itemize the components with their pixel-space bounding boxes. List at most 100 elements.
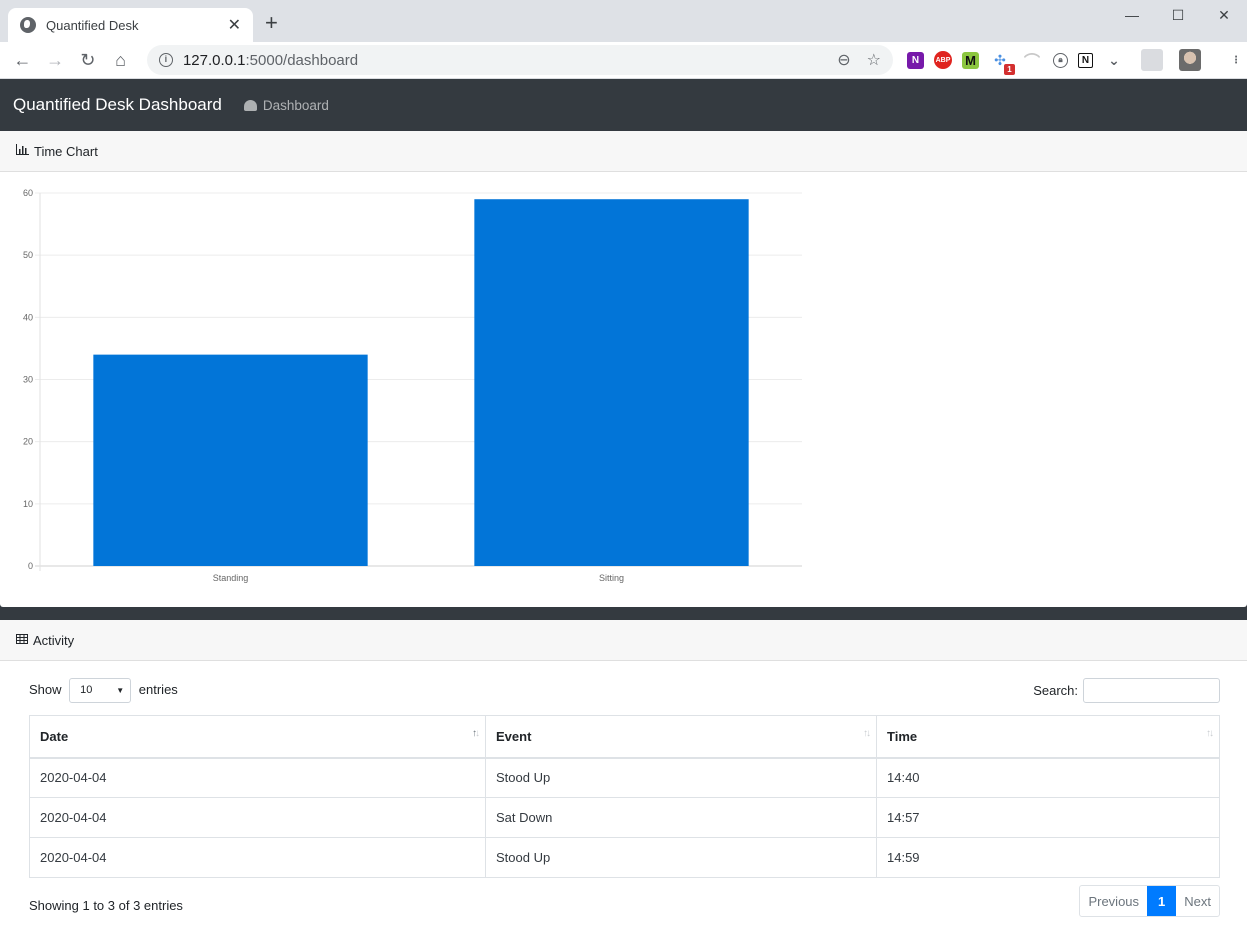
nav-link-label: Dashboard	[262, 97, 329, 113]
menu-kebab-icon[interactable]: ⋮	[1225, 49, 1247, 71]
info-icon[interactable]: i	[158, 53, 173, 67]
activity-header: Activity	[0, 620, 1247, 661]
cell-date: 2020-04-04	[29, 837, 486, 878]
table-row: 2020-04-04 Stood Up 14:59	[29, 837, 1220, 878]
adblock-plus-icon[interactable]: ABP	[934, 51, 953, 69]
previous-page-button[interactable]: Previous	[1080, 886, 1147, 916]
reload-button[interactable]: ↻	[71, 50, 104, 71]
show-label: Show	[29, 681, 62, 697]
zoom-icon[interactable]: ⊖	[837, 50, 850, 70]
home-button[interactable]: ⌂	[104, 50, 137, 71]
close-window-button[interactable]: ✕	[1201, 0, 1247, 30]
search-input[interactable]	[1083, 677, 1220, 703]
caret-down-icon: ▼	[116, 685, 125, 695]
next-page-button[interactable]: Next	[1176, 886, 1219, 916]
column-header-time[interactable]: Time ↑↓	[876, 715, 1220, 759]
onenote-extension-icon[interactable]: N	[907, 51, 925, 69]
cell-event: Sat Down	[485, 797, 877, 838]
bar-chart-icon	[16, 144, 29, 158]
sort-icon: ↑↓	[1206, 728, 1214, 739]
chart-body: 0 10 20 30 40 50 60 Standing Sitting	[0, 172, 1247, 607]
pagination: Previous 1 Next	[1079, 885, 1220, 917]
sort-icon: ↑↓	[472, 728, 480, 739]
column-label: Event	[496, 728, 532, 744]
column-label: Time	[887, 728, 918, 744]
window-controls: — ☐ ✕	[1109, 0, 1247, 30]
column-header-date[interactable]: Date ↑↓	[29, 715, 486, 759]
cell-event: Stood Up	[485, 837, 877, 878]
url-path: :5000/dashboard	[245, 51, 359, 69]
y-tick-label: 60	[23, 188, 33, 198]
activity-table: Date ↑↓ Event ↑↓ Time ↑↓ 2020-04-04 Stood U…	[29, 715, 1220, 878]
browser-toolbar: ← → ↻ ⌂ i 127.0.0.1:5000/dashboard ⊖ ☆ N…	[0, 42, 1247, 79]
minimize-button[interactable]: —	[1109, 0, 1155, 30]
url-text[interactable]: 127.0.0.1:5000/dashboard	[183, 52, 821, 69]
extensions-bar: N ABP M ✣ 1 ⌒ 🔒︎ N ⌄ ⋮	[907, 49, 1247, 75]
bar-chart: 0 10 20 30 40 50 60 Standing Sitting	[23, 188, 802, 583]
arc-extension-icon[interactable]: ⌒	[1021, 49, 1043, 71]
x-tick-label: Standing	[213, 573, 249, 583]
maximize-button[interactable]: ☐	[1155, 0, 1201, 30]
time-chart-card: Time Chart 0 10 20 30 40 50 60 Standing Sitting	[0, 131, 1247, 607]
cell-time: 14:57	[876, 797, 1220, 838]
bookmark-star-icon[interactable]: ☆	[867, 50, 881, 70]
bar-sitting	[474, 199, 749, 566]
forward-button[interactable]: →	[39, 50, 72, 71]
dashboard-gauge-icon	[243, 99, 257, 111]
entries-select-value: 10	[80, 684, 93, 696]
password-extension-icon[interactable]: 🔒︎	[1053, 52, 1069, 68]
tab-title: Quantified Desk	[46, 17, 139, 33]
search-control: Search:	[1033, 677, 1220, 703]
table-icon	[16, 633, 28, 647]
close-tab-icon[interactable]: ✕	[228, 15, 241, 35]
table-row: 2020-04-04 Stood Up 14:40	[29, 757, 1220, 798]
column-header-event[interactable]: Event ↑↓	[485, 715, 877, 759]
y-tick-label: 50	[23, 250, 33, 260]
length-control: Show 10 ▼ entries	[29, 677, 178, 703]
bar-standing	[93, 354, 368, 566]
network-extension-icon[interactable]: ✣ 1	[989, 49, 1016, 75]
table-row: 2020-04-04 Sat Down 14:57	[29, 797, 1220, 838]
page-1-button[interactable]: 1	[1147, 886, 1177, 916]
browser-tab[interactable]: Quantified Desk ✕	[8, 8, 253, 42]
time-chart-header: Time Chart	[0, 131, 1247, 172]
y-tick-label: 40	[23, 312, 33, 322]
y-tick-label: 20	[23, 437, 33, 447]
activity-body: Show 10 ▼ entries Search: Date ↑↓ Event ↑↓…	[0, 661, 1247, 917]
activity-title: Activity	[33, 632, 75, 648]
m-extension-icon[interactable]: M	[962, 51, 980, 69]
y-tick-label: 10	[23, 499, 33, 509]
new-tab-button[interactable]: +	[265, 10, 278, 36]
cell-date: 2020-04-04	[29, 797, 486, 838]
sort-icon: ↑↓	[863, 728, 871, 739]
table-info: Showing 1 to 3 of 3 entries	[29, 897, 183, 913]
entries-label: entries	[138, 681, 178, 697]
column-label: Date	[40, 728, 69, 744]
cell-time: 14:59	[876, 837, 1220, 878]
notion-extension-icon[interactable]: N	[1078, 52, 1094, 68]
browser-tabstrip: Quantified Desk ✕ + — ☐ ✕	[0, 0, 1247, 42]
cell-date: 2020-04-04	[29, 757, 486, 798]
brand[interactable]: Quantified Desk Dashboard	[13, 95, 222, 115]
datatable-controls: Show 10 ▼ entries Search:	[29, 677, 1220, 703]
y-tick-label: 0	[28, 561, 33, 571]
entries-select[interactable]: 10 ▼	[69, 677, 132, 703]
pocket-extension-icon[interactable]: ⌄	[1103, 49, 1125, 71]
datatable-footer: Showing 1 to 3 of 3 entries Previous 1 N…	[29, 885, 1220, 917]
table-header-row: Date ↑↓ Event ↑↓ Time ↑↓	[29, 715, 1220, 759]
section-gap	[0, 607, 1247, 620]
back-button[interactable]: ←	[6, 50, 39, 71]
nav-link-dashboard[interactable]: Dashboard	[243, 97, 329, 113]
app-navbar: Quantified Desk Dashboard Dashboard	[0, 79, 1247, 131]
globe-icon	[20, 17, 36, 33]
time-chart-title: Time Chart	[34, 143, 98, 159]
url-host: 127.0.0.1	[182, 51, 246, 69]
cell-time: 14:40	[876, 757, 1220, 798]
x-tick-label: Sitting	[599, 573, 624, 583]
extension-badge: 1	[1004, 64, 1016, 75]
activity-card: Activity Show 10 ▼ entries Search: Date ↑…	[0, 620, 1247, 931]
y-tick-label: 30	[23, 375, 33, 385]
profile-avatar[interactable]	[1179, 49, 1202, 71]
address-bar[interactable]: i 127.0.0.1:5000/dashboard ⊖ ☆	[146, 45, 894, 75]
search-label: Search:	[1033, 682, 1078, 698]
